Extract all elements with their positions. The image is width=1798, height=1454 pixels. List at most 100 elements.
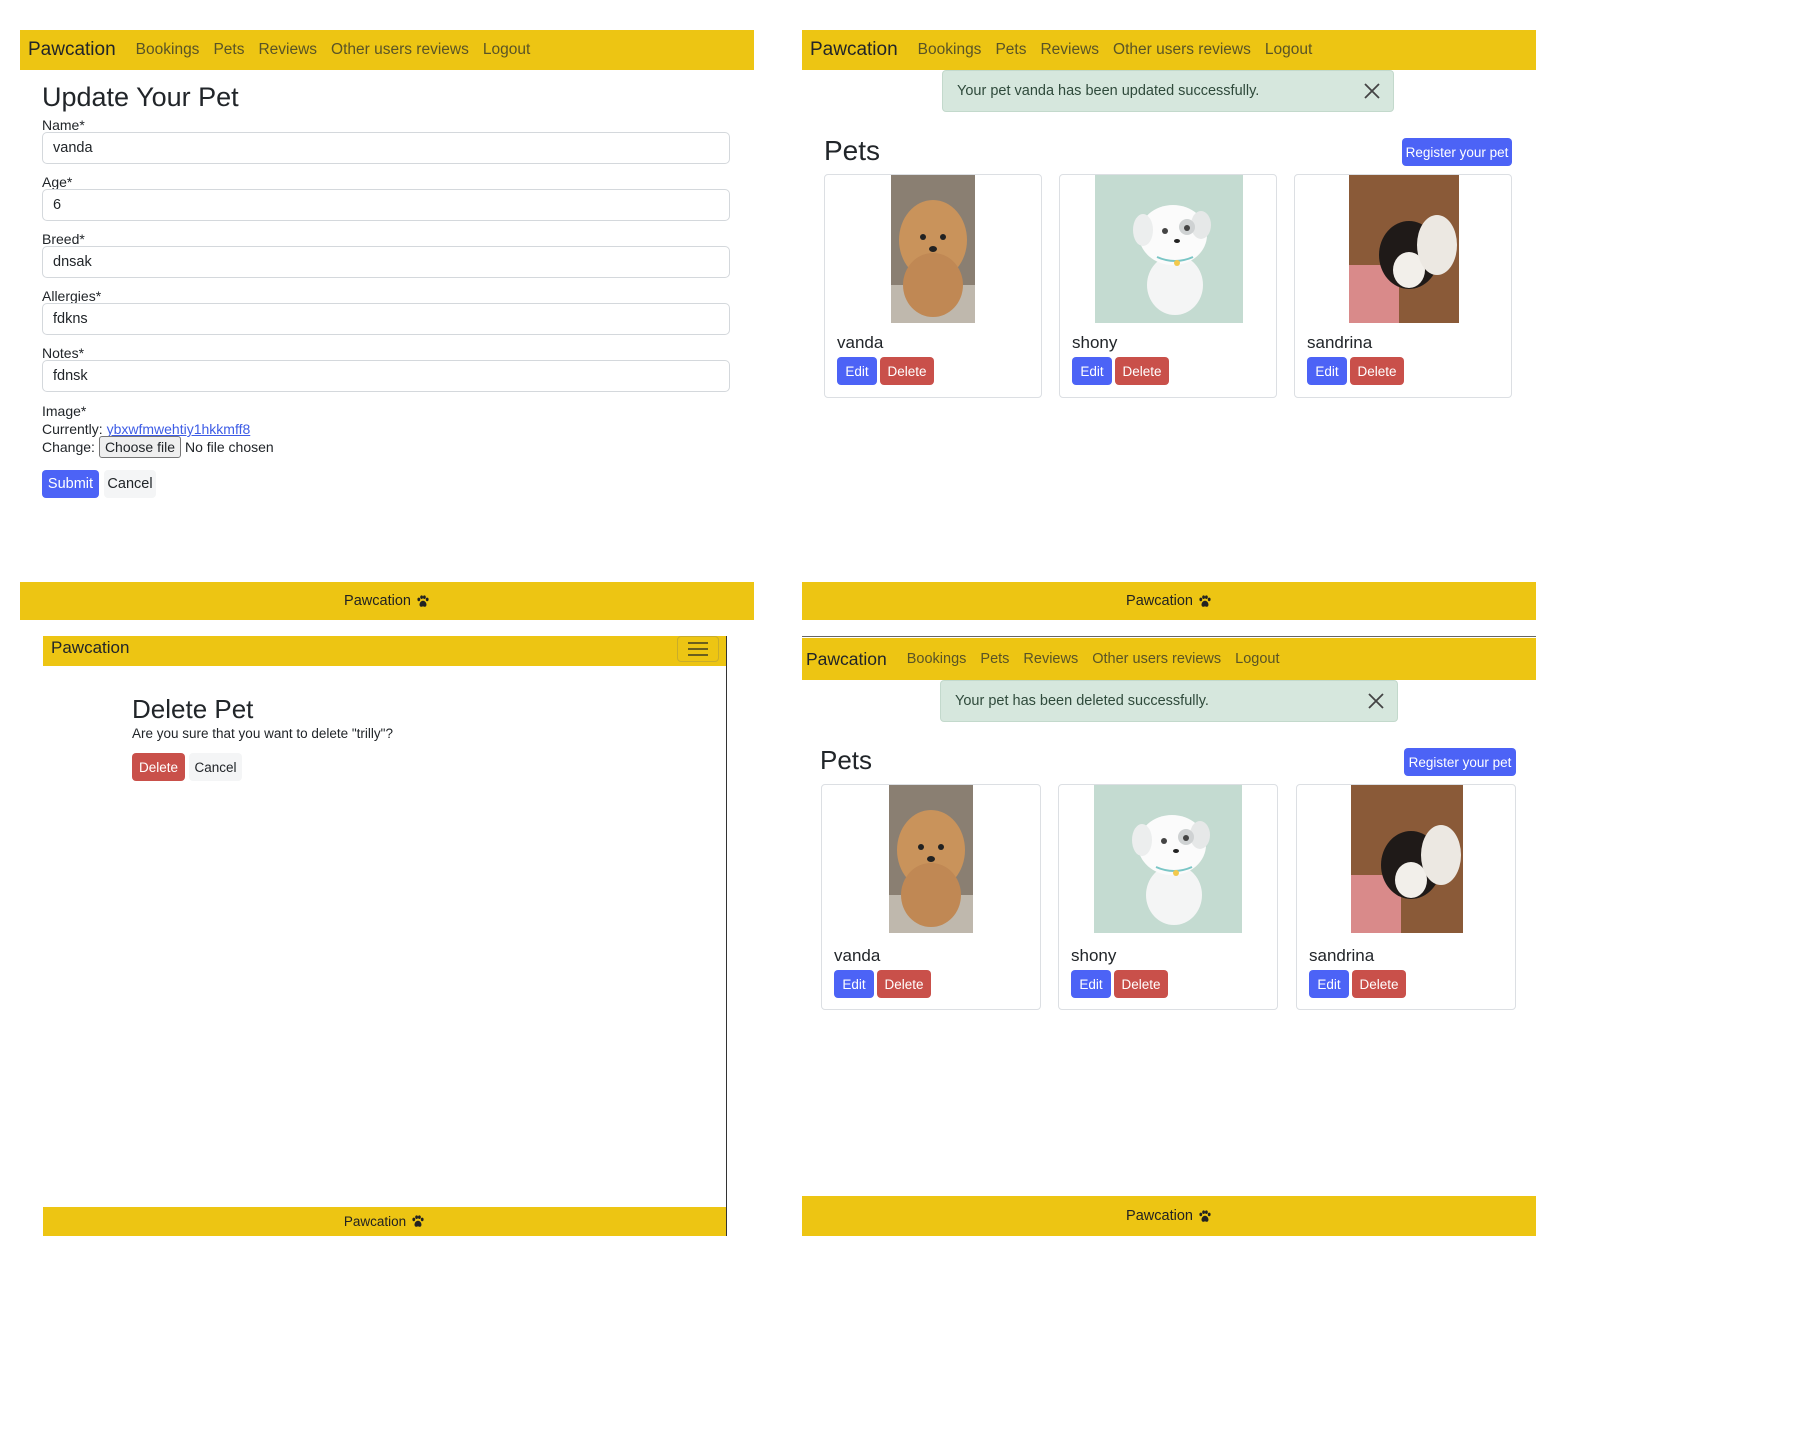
close-icon[interactable] <box>1367 692 1385 710</box>
name-input[interactable]: vanda <box>42 132 730 164</box>
no-file-text: No file chosen <box>184 439 274 455</box>
hamburger-icon-line <box>688 654 708 656</box>
pet-photo-vanda <box>889 785 973 933</box>
delete-title: Delete Pet <box>132 694 254 724</box>
paw-icon <box>411 1215 425 1228</box>
delete-button[interactable]: Delete <box>1114 970 1168 998</box>
currently-label: Currently: <box>42 421 103 437</box>
cancel-button[interactable]: Cancel <box>104 470 156 498</box>
image-label: Image* <box>42 403 87 419</box>
nav-link-reviews[interactable]: Reviews <box>258 41 317 59</box>
navbar: Pawcation <box>43 636 726 666</box>
footer: Pawcation <box>802 1196 1536 1236</box>
delete-button[interactable]: Delete <box>880 357 934 385</box>
age-label: Age* <box>42 174 73 190</box>
pet-name: vanda <box>837 333 884 352</box>
allergies-input[interactable]: fdkns <box>42 303 730 335</box>
navbar-brand[interactable]: Pawcation <box>810 39 898 61</box>
cancel-button[interactable]: Cancel <box>189 753 242 781</box>
pet-card: vanda Edit Delete <box>824 174 1042 398</box>
change-label: Change: <box>42 439 95 455</box>
age-input[interactable]: 6 <box>42 189 730 221</box>
delete-button[interactable]: Delete <box>1350 357 1404 385</box>
pets-updated-panel: Pawcation Bookings Pets Reviews Other us… <box>802 30 1536 620</box>
notes-label: Notes* <box>42 345 85 361</box>
paw-icon <box>1198 595 1212 608</box>
change-row: Change: Choose file No file chosen <box>42 436 274 458</box>
footer: Pawcation <box>802 582 1536 620</box>
nav-link-pets[interactable]: Pets <box>213 41 244 59</box>
nav-link-logout[interactable]: Logout <box>1235 651 1279 667</box>
navbar-brand[interactable]: Pawcation <box>806 649 887 670</box>
nav-link-pets[interactable]: Pets <box>980 651 1009 667</box>
nav-link-bookings[interactable]: Bookings <box>918 41 982 59</box>
nav-link-bookings[interactable]: Bookings <box>907 651 967 667</box>
footer-brand: Pawcation <box>343 1214 407 1229</box>
nav-link-reviews[interactable]: Reviews <box>1023 651 1078 667</box>
submit-button[interactable]: Submit <box>42 470 99 498</box>
register-pet-button[interactable]: Register your pet <box>1404 748 1516 776</box>
navbar-brand[interactable]: Pawcation <box>28 39 116 61</box>
name-label: Name* <box>42 117 85 133</box>
delete-button[interactable]: Delete <box>877 970 931 998</box>
delete-question: Are you sure that you want to delete "tr… <box>132 726 393 741</box>
confirm-delete-button[interactable]: Delete <box>132 753 185 781</box>
pet-name: sandrina <box>1309 946 1375 965</box>
edit-button[interactable]: Edit <box>1307 357 1347 385</box>
choose-file-button[interactable]: Choose file <box>98 436 181 458</box>
page-title: Update Your Pet <box>42 82 239 112</box>
navbar: Pawcation Bookings Pets Reviews Other us… <box>20 30 754 70</box>
edit-button[interactable]: Edit <box>1071 970 1111 998</box>
pet-photo-shony <box>1094 785 1242 933</box>
pet-photo-shony <box>1095 175 1243 323</box>
currently-row: Currently: ybxwfmwehtiy1hkkmff8 <box>42 421 250 437</box>
navbar-brand[interactable]: Pawcation <box>51 638 129 658</box>
allergies-label: Allergies* <box>42 288 102 304</box>
current-image-link[interactable]: ybxwfmwehtiy1hkkmff8 <box>107 421 251 437</box>
nav-link-reviews[interactable]: Reviews <box>1040 41 1099 59</box>
footer: Pawcation <box>43 1207 726 1236</box>
footer-brand: Pawcation <box>1126 1208 1193 1224</box>
breed-input[interactable]: dnsak <box>42 246 730 278</box>
menu-toggle-button[interactable] <box>677 636 719 662</box>
alert-message: Your pet has been deleted successfully. <box>955 693 1209 709</box>
nav-link-other-reviews[interactable]: Other users reviews <box>1092 651 1221 667</box>
pet-name: shony <box>1071 946 1117 965</box>
success-alert: Your pet has been deleted successfully. <box>940 680 1398 722</box>
delete-pet-panel: Pawcation Delete Pet Are you sure that y… <box>43 636 727 1236</box>
pets-title: Pets <box>820 745 873 775</box>
pet-name: shony <box>1072 333 1118 352</box>
pet-photo-sandrina <box>1349 175 1459 323</box>
nav-link-other-reviews[interactable]: Other users reviews <box>331 41 469 59</box>
pet-card: vanda Edit Delete <box>821 784 1041 1010</box>
edit-button[interactable]: Edit <box>1309 970 1349 998</box>
nav-link-logout[interactable]: Logout <box>483 41 530 59</box>
pet-card: shony Edit Delete <box>1059 174 1277 398</box>
alert-message: Your pet vanda has been updated successf… <box>957 83 1260 99</box>
delete-button[interactable]: Delete <box>1352 970 1406 998</box>
pet-card: sandrina Edit Delete <box>1296 784 1516 1010</box>
navbar: Pawcation Bookings Pets Reviews Other us… <box>802 30 1536 70</box>
delete-button[interactable]: Delete <box>1115 357 1169 385</box>
register-pet-button[interactable]: Register your pet <box>1402 138 1512 166</box>
footer-brand: Pawcation <box>1126 593 1193 609</box>
notes-input[interactable]: fdnsk <box>42 360 730 392</box>
close-icon[interactable] <box>1363 82 1381 100</box>
pets-deleted-panel: Pawcation Bookings Pets Reviews Other us… <box>802 636 1536 1236</box>
hamburger-icon-line <box>688 648 708 650</box>
nav-link-pets[interactable]: Pets <box>995 41 1026 59</box>
pet-name: sandrina <box>1307 333 1373 352</box>
edit-button[interactable]: Edit <box>834 970 874 998</box>
nav-link-bookings[interactable]: Bookings <box>136 41 200 59</box>
pet-name: vanda <box>834 946 881 965</box>
pet-card: sandrina Edit Delete <box>1294 174 1512 398</box>
paw-icon <box>1198 1210 1212 1223</box>
edit-button[interactable]: Edit <box>1072 357 1112 385</box>
update-pet-panel: Pawcation Bookings Pets Reviews Other us… <box>20 30 754 620</box>
nav-link-other-reviews[interactable]: Other users reviews <box>1113 41 1251 59</box>
edit-button[interactable]: Edit <box>837 357 877 385</box>
nav-link-logout[interactable]: Logout <box>1265 41 1312 59</box>
pet-card: shony Edit Delete <box>1058 784 1278 1010</box>
navbar: Pawcation Bookings Pets Reviews Other us… <box>802 638 1536 680</box>
hamburger-icon <box>688 642 708 644</box>
